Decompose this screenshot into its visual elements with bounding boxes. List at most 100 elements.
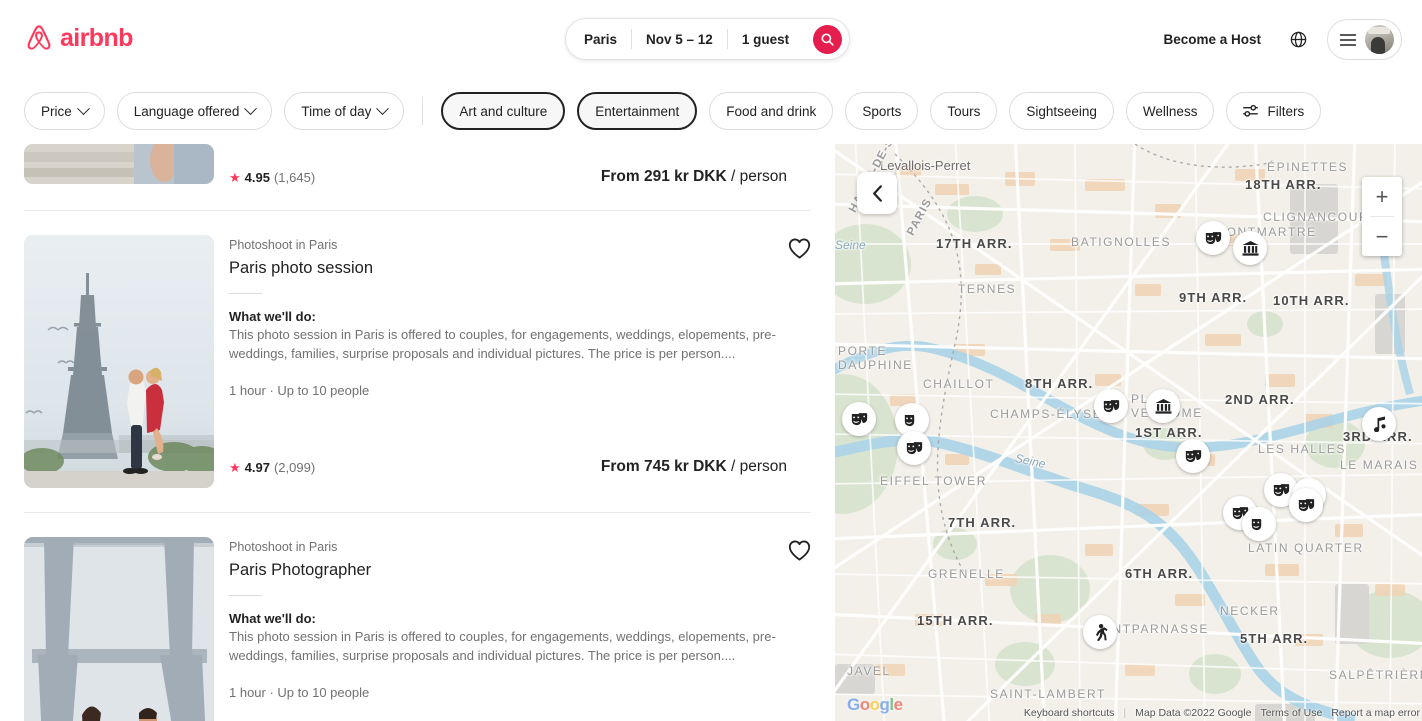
become-a-host-link[interactable]: Become a Host	[1151, 22, 1273, 57]
listing-body: Photoshoot in Paris Paris Photographer W…	[229, 537, 811, 721]
search-submit-button[interactable]	[813, 24, 842, 54]
listing-price: From 291 kr DKK / person	[601, 168, 787, 186]
site-header: airbnb Paris Nov 5 – 12 1 guest Become a…	[0, 0, 1422, 78]
map-zoom-controls[interactable]: + −	[1362, 177, 1402, 256]
listing-card[interactable]: Photoshoot in Paris Paris Photographer W…	[0, 537, 835, 721]
airbnb-logo-text: airbnb	[60, 23, 133, 52]
map-marker-theater[interactable]	[1289, 488, 1323, 522]
listing-thumbnail[interactable]	[24, 235, 214, 488]
listing-rating: ★ 4.95 (1,645)	[229, 170, 315, 185]
search-location[interactable]: Paris	[566, 32, 631, 47]
attrib-separator: |	[1123, 707, 1127, 719]
map-marker-theater[interactable]	[842, 402, 876, 436]
filter-divider	[422, 97, 424, 125]
map-marker-museum[interactable]	[1233, 231, 1267, 265]
chevron-down-icon	[76, 101, 90, 115]
listing-description: This photo session in Paris is offered t…	[229, 327, 776, 361]
chevron-down-icon	[376, 101, 390, 115]
hamburger-menu-icon	[1340, 33, 1356, 46]
listing-rating: ★ 4.97 (2,099)	[229, 460, 315, 475]
map-marker-theater[interactable]	[1242, 507, 1276, 541]
map-data-text: Map Data ©2022 Google	[1135, 707, 1252, 719]
price-amount: From 745 kr DKK	[600, 458, 727, 475]
music-note-icon	[1373, 416, 1386, 432]
filter-price[interactable]: Price	[24, 92, 105, 130]
category-label: Food and drink	[726, 103, 817, 119]
header-right-group: Become a Host	[1151, 19, 1402, 60]
map-marker-theater[interactable]	[897, 431, 931, 465]
listing-kicker: Photoshoot in Paris	[229, 238, 338, 252]
rating-value: 4.97	[244, 459, 270, 475]
filter-time-label: Time of day	[301, 103, 372, 119]
user-menu-button[interactable]	[1327, 19, 1402, 60]
map-marker-walking-tour[interactable]	[1083, 615, 1117, 649]
listing-bottom-row: ★ 4.97 (2,099) From 745 kr DKK / person	[229, 458, 811, 476]
listing-section-label: What we'll do:	[229, 309, 316, 324]
theater-masks-icon	[1273, 483, 1289, 496]
price-amount: From 291 kr DKK	[600, 168, 727, 185]
search-dates[interactable]: Nov 5 – 12	[632, 32, 727, 47]
search-guests[interactable]: 1 guest	[728, 32, 803, 47]
report-map-error-link[interactable]: Report a map error	[1331, 707, 1420, 719]
category-tours[interactable]: Tours	[930, 92, 998, 130]
museum-icon	[1242, 240, 1258, 256]
map-zoom-out-button[interactable]: −	[1362, 217, 1402, 256]
category-wellness[interactable]: Wellness	[1125, 92, 1215, 130]
filters-button[interactable]: Filters	[1226, 92, 1322, 130]
map-marker-theater[interactable]	[1094, 389, 1128, 423]
rating-count: (1,645)	[273, 169, 316, 185]
map-panel[interactable]: Levallois-Perret ÉPINETTES 18TH ARR. CLI…	[835, 144, 1422, 721]
theater-masks-icon	[1103, 399, 1119, 412]
listing-meta: 1 hour · Up to 10 people	[229, 383, 370, 398]
listing-title[interactable]: Paris photo session	[229, 257, 811, 279]
listing-card-partial[interactable]: ★ 4.95 (1,645) From 291 kr DKK / person	[0, 144, 835, 186]
walking-person-icon	[1095, 623, 1108, 641]
language-globe-button[interactable]	[1279, 21, 1317, 59]
title-rule	[229, 293, 262, 294]
map-marker-museum[interactable]	[1146, 389, 1180, 423]
filter-bar: Price Language offered Time of day Art a…	[0, 78, 1422, 144]
title-rule	[229, 595, 262, 596]
wishlist-button[interactable]	[788, 540, 811, 566]
user-avatar[interactable]	[1365, 25, 1394, 54]
listing-photo	[24, 235, 214, 488]
theater-masks-icon	[1251, 518, 1261, 530]
sliders-icon	[1243, 104, 1259, 117]
category-sports[interactable]: Sports	[845, 92, 919, 130]
category-label: Art and culture	[459, 103, 548, 119]
listing-title[interactable]: Paris Photographer	[229, 559, 811, 581]
price-unit: / person	[730, 168, 787, 185]
listing-kicker: Photoshoot in Paris	[229, 540, 338, 554]
category-sightseeing[interactable]: Sightseeing	[1009, 92, 1114, 130]
category-entertainment[interactable]: Entertainment	[577, 92, 698, 130]
listing-description: This photo session in Paris is offered t…	[229, 629, 776, 663]
category-label: Sightseeing	[1026, 103, 1097, 119]
listing-body: ★ 4.95 (1,645) From 291 kr DKK / person	[229, 144, 811, 186]
wishlist-button[interactable]	[788, 238, 811, 264]
terms-of-use-link[interactable]: Terms of Use	[1260, 707, 1322, 719]
category-art-and-culture[interactable]: Art and culture	[441, 92, 566, 130]
listing-bottom-row: ★ 4.95 (1,645) From 291 kr DKK / person	[229, 168, 811, 186]
map-marker-music[interactable]	[1362, 407, 1396, 441]
listing-thumbnail[interactable]	[24, 537, 214, 721]
filter-time-of-day[interactable]: Time of day	[284, 92, 405, 130]
keyboard-shortcuts-link[interactable]: Keyboard shortcuts	[1024, 707, 1114, 719]
listings-list[interactable]: ★ 4.95 (1,645) From 291 kr DKK / person	[0, 144, 835, 721]
theater-masks-icon	[904, 414, 914, 426]
map-zoom-in-button[interactable]: +	[1362, 177, 1402, 216]
listing-section-label: What we'll do:	[229, 611, 316, 626]
airbnb-logo[interactable]: airbnb	[24, 22, 133, 54]
search-bar[interactable]: Paris Nov 5 – 12 1 guest	[565, 18, 850, 60]
filter-language-offered[interactable]: Language offered	[116, 92, 273, 130]
map-marker-theater[interactable]	[1176, 439, 1210, 473]
listing-thumbnail[interactable]	[24, 144, 214, 184]
map-marker-theater[interactable]	[1196, 221, 1230, 255]
star-icon: ★	[229, 459, 241, 475]
filter-language-label: Language offered	[133, 103, 240, 119]
listing-card[interactable]: Photoshoot in Paris Paris photo session …	[0, 235, 835, 488]
listing-divider	[24, 210, 811, 211]
chevron-left-icon	[872, 184, 882, 202]
listing-photo	[24, 537, 214, 721]
category-food-and-drink[interactable]: Food and drink	[709, 92, 834, 130]
map-back-button[interactable]	[857, 172, 897, 214]
